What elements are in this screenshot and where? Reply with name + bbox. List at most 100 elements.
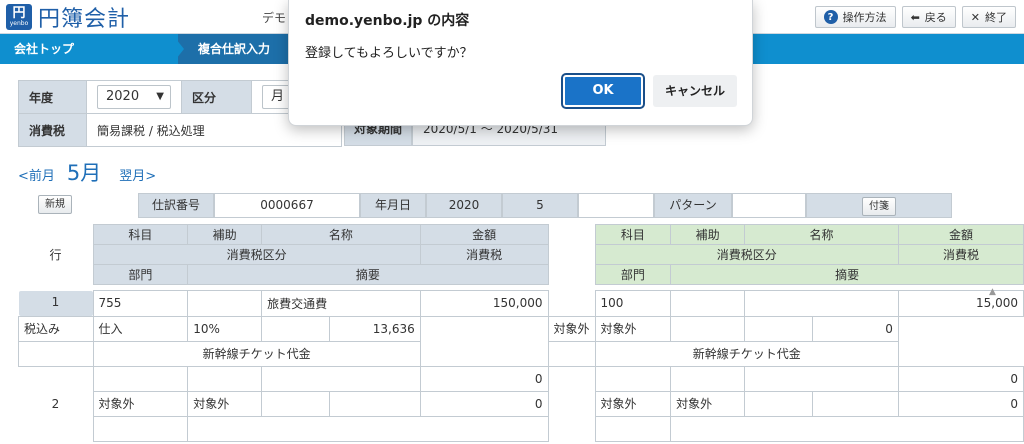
logo-mark-glyph: 円 [12,6,26,21]
date-year-field[interactable]: 2020 [426,193,502,218]
pattern-field[interactable] [732,193,806,218]
scroll-up-icon[interactable]: ▲ [989,287,996,297]
entry-header-row: 新規 仕訳番号 0000667 年月日 2020 5 パターン 付箋 [38,193,952,218]
back-button[interactable]: ⬅ 戻る [901,6,956,28]
left-sub-header: 補助 [187,224,263,245]
app-title: 円簿会計 [38,7,131,32]
left-tax-type[interactable]: 税込み [18,315,94,342]
tax-label: 消費税 [18,113,87,147]
table-row: 対象外 対象外 0 対象外 対象外 0 [19,390,1024,417]
left-tax-rate[interactable] [261,390,331,417]
help-icon: ? [823,10,838,24]
left-amount[interactable]: 150,000 [419,290,549,317]
logo-mark: 円 yenbo [6,4,32,30]
ok-button[interactable]: OK [561,73,645,109]
right-sub-account[interactable] [670,290,746,317]
right-sub-account[interactable] [670,365,746,392]
left-account-name[interactable]: 旅費交通費 [261,290,421,317]
left-dept-header: 部門 [92,264,189,285]
year-select[interactable]: 2020 ▼ [97,85,171,109]
sticky-note-button[interactable]: 付箋 [862,197,896,216]
date-day-field[interactable] [578,193,654,218]
dialog-message: 登録してもよろしいですか？ [305,46,473,61]
exit-button[interactable]: ✕ 終了 [961,6,1016,28]
left-tax-amount[interactable]: 0 [419,390,549,417]
demo-label: デモ [262,11,287,25]
left-tax-class-header: 消費税区分 [92,244,421,265]
right-dept[interactable] [547,340,596,367]
prev-month-link[interactable]: <前月 [18,165,55,184]
right-account-name[interactable] [744,290,899,317]
left-dept[interactable] [92,415,189,442]
left-memo-header: 摘要 [187,264,549,285]
left-amount-header: 金額 [419,224,549,245]
right-memo[interactable] [670,415,1024,442]
right-memo-header: 摘要 [670,264,1024,285]
left-account-code[interactable] [92,365,189,392]
date-month-field[interactable]: 5 [502,193,578,218]
right-account-header: 科目 [594,224,672,245]
right-tax-amount[interactable]: 0 [897,390,1024,417]
dialog-title: demo.yenbo.jp の内容 [305,13,470,29]
app-logo[interactable]: 円 yenbo 円簿会計 [6,4,131,32]
date-label: 年月日 [360,193,426,218]
new-entry-button[interactable]: 新規 [38,195,72,214]
year-select-value: 2020 [106,89,140,104]
next-month-link[interactable]: 翌月> [119,165,156,184]
right-tax-rate[interactable] [744,390,813,417]
left-account-header: 科目 [92,224,189,245]
right-tax-rate[interactable] [670,315,746,342]
right-account-code[interactable] [594,365,672,392]
right-dept[interactable] [594,415,672,442]
back-arrow-icon: ⬅ [910,10,920,24]
right-tax-type[interactable]: 対象外 [547,315,596,342]
right-account-name[interactable] [744,365,899,392]
help-button[interactable]: ? 操作方法 [814,6,896,28]
left-tax-header: 消費税 [419,244,549,265]
chevron-down-icon: ▼ [156,91,164,102]
left-dept[interactable] [18,340,94,367]
left-account-name[interactable] [261,365,421,392]
breadcrumb-arrow [172,34,184,64]
exit-button-label: 終了 [985,11,1007,24]
row-number[interactable]: 2 [19,366,94,441]
table-row: 2 0 0 [19,365,1024,411]
right-tax-class-header: 消費税区分 [594,244,899,265]
left-account-code[interactable]: 755 [92,290,189,317]
left-memo[interactable]: 新幹線チケット代金 [92,340,421,367]
right-account-code[interactable]: 100 [594,290,672,317]
right-tax-header: 消費税 [897,244,1024,265]
scrollbar[interactable]: ▲ [987,287,1001,444]
right-tax-category[interactable]: 対象外 [670,390,746,417]
journal-table: 行 科目 補助 名称 金額 科目 補助 名称 金額 消費税区分 消費税 消費税区… [18,224,1024,442]
right-tax-amount[interactable]: 0 [811,315,899,342]
left-memo[interactable] [187,415,549,442]
header-row-1: 行 科目 補助 名称 金額 科目 補助 名称 金額 [19,224,1024,262]
right-amount[interactable]: 15,000 [897,290,1024,317]
left-amount[interactable]: 0 [419,365,549,392]
kubun-label: 区分 [181,80,252,114]
right-tax-category[interactable]: 対象外 [594,315,672,342]
left-sub-account[interactable] [187,365,263,392]
table-row: 税込み 仕入 10% 13,636 対象外 対象外 0 [18,315,1024,342]
left-sub-account[interactable] [187,290,263,317]
row-number[interactable]: 1 [18,290,93,316]
left-tax-category[interactable]: 仕入 [92,315,189,342]
left-tax-rate[interactable]: 10% [187,315,263,342]
left-name-header: 名称 [261,224,421,245]
left-tax-category[interactable]: 対象外 [187,390,263,417]
right-amount[interactable]: 0 [897,365,1024,392]
month-navigation: <前月 5月 翌月> [18,157,156,185]
current-month: 5月 [66,161,102,185]
right-tax-type[interactable]: 対象外 [594,390,672,417]
entry-number-field[interactable]: 0000667 [214,193,360,218]
pattern-label: パターン [654,193,732,218]
table-row [19,415,1024,442]
cancel-button[interactable]: キャンセル [653,75,737,107]
nav-company-top[interactable]: 会社トップ [0,34,178,64]
left-tax-amount[interactable]: 13,636 [329,315,421,342]
header-row-3: 部門 摘要 部門 摘要 [19,264,1024,285]
left-tax-type[interactable]: 対象外 [92,390,189,417]
table-row: 1 755 旅費交通費 150,000 100 15,000 [18,290,1024,317]
right-memo[interactable]: 新幹線チケット代金 [594,340,899,367]
